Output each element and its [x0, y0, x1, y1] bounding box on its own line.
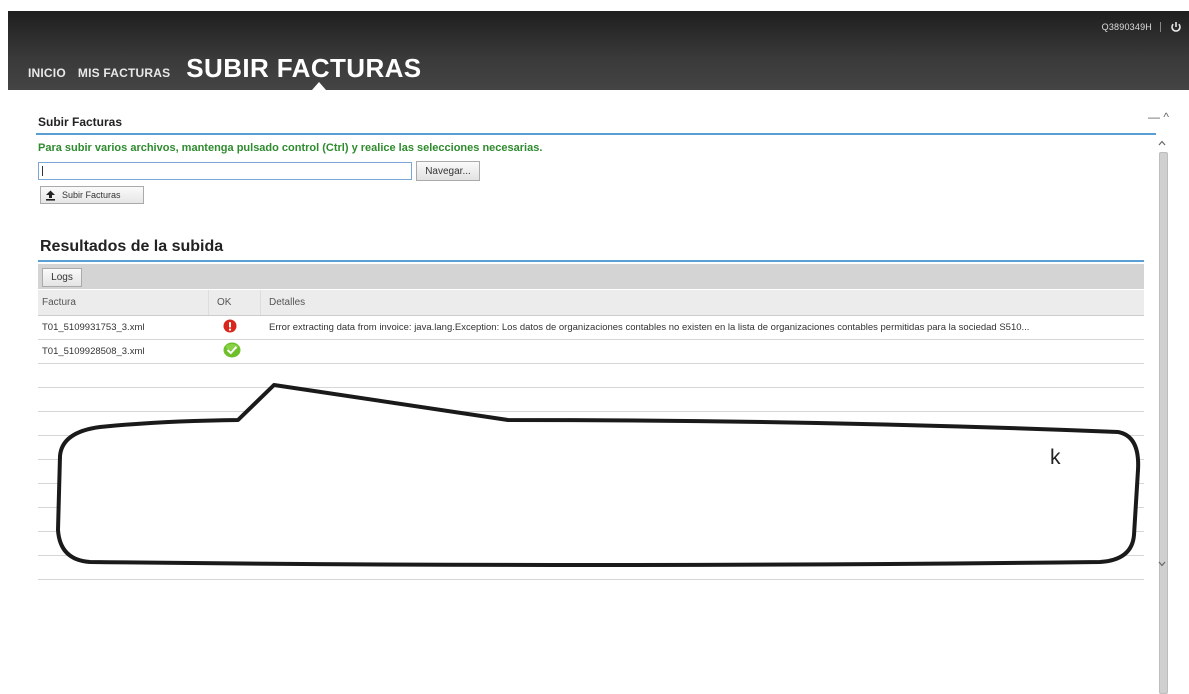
empty-row	[38, 436, 1144, 460]
error-icon	[223, 319, 237, 336]
empty-row	[38, 388, 1144, 412]
main-nav: INICIO MIS FACTURAS SUBIR FACTURAS	[28, 53, 434, 84]
empty-row	[38, 460, 1144, 484]
logs-button[interactable]: Logs	[42, 268, 82, 287]
file-path-input[interactable]	[38, 162, 412, 180]
empty-row	[38, 532, 1144, 556]
nav-item-inicio[interactable]: INICIO	[28, 66, 66, 80]
nav-item-subir-facturas[interactable]: SUBIR FACTURAS	[186, 53, 421, 84]
active-tab-caret	[312, 82, 326, 90]
upload-arrow-icon	[45, 190, 56, 201]
vertical-scrollbar[interactable]	[1157, 140, 1168, 694]
empty-row	[38, 484, 1144, 508]
success-check-icon	[223, 342, 241, 361]
header-separator	[1160, 22, 1161, 32]
nav-item-mis-facturas[interactable]: MIS FACTURAS	[78, 66, 170, 80]
cell-detalles	[261, 340, 1144, 363]
upload-button-label: Subir Facturas	[62, 190, 121, 200]
results-divider	[38, 260, 1144, 262]
table-row[interactable]: T01_5109928508_3.xml	[38, 340, 1144, 364]
table-row[interactable]: T01_5109931753_3.xml Error extracting da…	[38, 316, 1144, 340]
results-title: Resultados de la subida	[40, 238, 224, 255]
upload-hint: Para subir varios archivos, mantenga pul…	[38, 142, 543, 154]
table-header: Factura OK Detalles	[38, 290, 1144, 316]
power-icon[interactable]	[1169, 20, 1183, 34]
column-header-factura[interactable]: Factura	[38, 290, 209, 315]
empty-row	[38, 412, 1144, 436]
results-table: Factura OK Detalles T01_5109931753_3.xml…	[38, 290, 1144, 580]
column-header-detalles[interactable]: Detalles	[261, 290, 1144, 315]
user-id[interactable]: Q3890349H	[1102, 22, 1152, 32]
user-area: Q3890349H	[1102, 18, 1183, 36]
text-cursor	[42, 166, 43, 176]
scroll-thumb[interactable]	[1159, 152, 1168, 694]
callout-text: k	[1050, 446, 1061, 469]
empty-row	[38, 364, 1144, 388]
empty-row	[38, 508, 1144, 532]
app-header: Q3890349H INICIO MIS FACTURAS SUBIR FACT…	[8, 11, 1189, 90]
cell-detalles: Error extracting data from invoice: java…	[269, 322, 1030, 333]
cell-status	[209, 340, 261, 363]
upload-invoices-button[interactable]: Subir Facturas	[40, 186, 144, 204]
results-toolbar: Logs	[38, 264, 1144, 289]
upload-section-title: Subir Facturas	[38, 115, 123, 129]
cell-factura: T01_5109928508_3.xml	[42, 346, 145, 357]
scroll-down-arrow-icon[interactable]	[1157, 561, 1167, 569]
empty-row	[38, 556, 1144, 580]
section-divider	[36, 133, 1156, 135]
column-header-ok[interactable]: OK	[209, 290, 261, 315]
browse-button[interactable]: Navegar...	[416, 161, 480, 181]
minimize-control[interactable]: — ^	[1148, 110, 1169, 124]
scroll-up-arrow-icon[interactable]	[1157, 140, 1167, 148]
cell-status	[209, 316, 261, 339]
cell-factura: T01_5109931753_3.xml	[42, 322, 145, 333]
